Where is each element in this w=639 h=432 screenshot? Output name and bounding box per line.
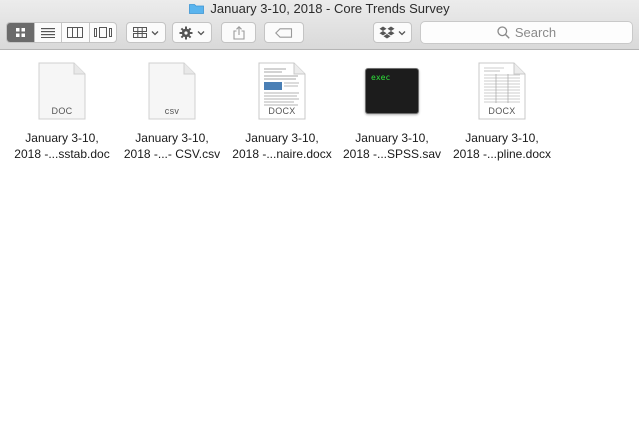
arrange-grid-icon: [133, 27, 147, 38]
csv-file-icon: csv: [141, 60, 203, 122]
chevron-down-icon: [398, 30, 406, 35]
icon-view-button[interactable]: [7, 23, 35, 42]
docx-file-icon: DOCX: [471, 60, 533, 122]
dropbox-menu-button[interactable]: [373, 22, 412, 43]
edit-tags-button[interactable]: [264, 22, 304, 43]
window-title: January 3-10, 2018 - Core Trends Survey: [210, 1, 450, 16]
file-item[interactable]: DOCX January 3-10, 2018 -...pline.docx: [447, 60, 557, 162]
list-icon: [40, 28, 55, 38]
dropbox-icon: [379, 26, 395, 39]
action-menu-button[interactable]: [172, 22, 212, 43]
share-button[interactable]: [221, 22, 256, 43]
window-title-bar: January 3-10, 2018 - Core Trends Survey: [0, 1, 639, 17]
view-mode-segmented-control: [6, 22, 117, 43]
search-placeholder: Search: [514, 25, 557, 40]
file-name: January 3-10, 2018 -...pline.docx: [452, 131, 552, 161]
search-icon: [497, 26, 510, 39]
column-view-button[interactable]: [62, 23, 90, 42]
grid-icon: [15, 28, 25, 37]
file-item[interactable]: csv January 3-10, 2018 -...- CSV.csv: [117, 60, 227, 162]
docx-file-icon: DOCX: [251, 60, 313, 122]
arrange-menu-button[interactable]: [126, 22, 166, 43]
doc-file-icon: DOC: [31, 60, 93, 122]
exec-file-icon: exec: [361, 60, 423, 122]
cover-flow-icon: [93, 27, 112, 38]
file-name: January 3-10, 2018 -...naire.docx: [232, 131, 332, 161]
terminal-preview: exec: [365, 68, 419, 114]
search-field[interactable]: Search: [420, 21, 633, 44]
folder-icon: [189, 4, 205, 14]
finder-toolbar: January 3-10, 2018 - Core Trends Survey: [0, 0, 639, 50]
file-name: January 3-10, 2018 -...- CSV.csv: [123, 131, 221, 161]
list-view-button[interactable]: [35, 23, 62, 42]
tag-icon: [275, 27, 293, 38]
file-item[interactable]: DOCX January 3-10, 2018 -...naire.docx: [227, 60, 337, 162]
file-item[interactable]: DOC January 3-10, 2018 -...sstab.doc: [7, 60, 117, 162]
chevron-down-icon: [151, 30, 159, 35]
file-item[interactable]: exec January 3-10, 2018 -...SPSS.sav: [337, 60, 447, 162]
share-icon: [232, 25, 245, 40]
cover-flow-view-button[interactable]: [90, 23, 117, 42]
chevron-down-icon: [197, 30, 205, 35]
file-browser-icon-view: DOC January 3-10, 2018 -...sstab.doc csv …: [0, 50, 639, 432]
file-name: January 3-10, 2018 -...SPSS.sav: [342, 131, 442, 161]
file-name: January 3-10, 2018 -...sstab.doc: [14, 131, 110, 161]
gear-icon: [179, 26, 193, 39]
columns-icon: [67, 27, 84, 38]
